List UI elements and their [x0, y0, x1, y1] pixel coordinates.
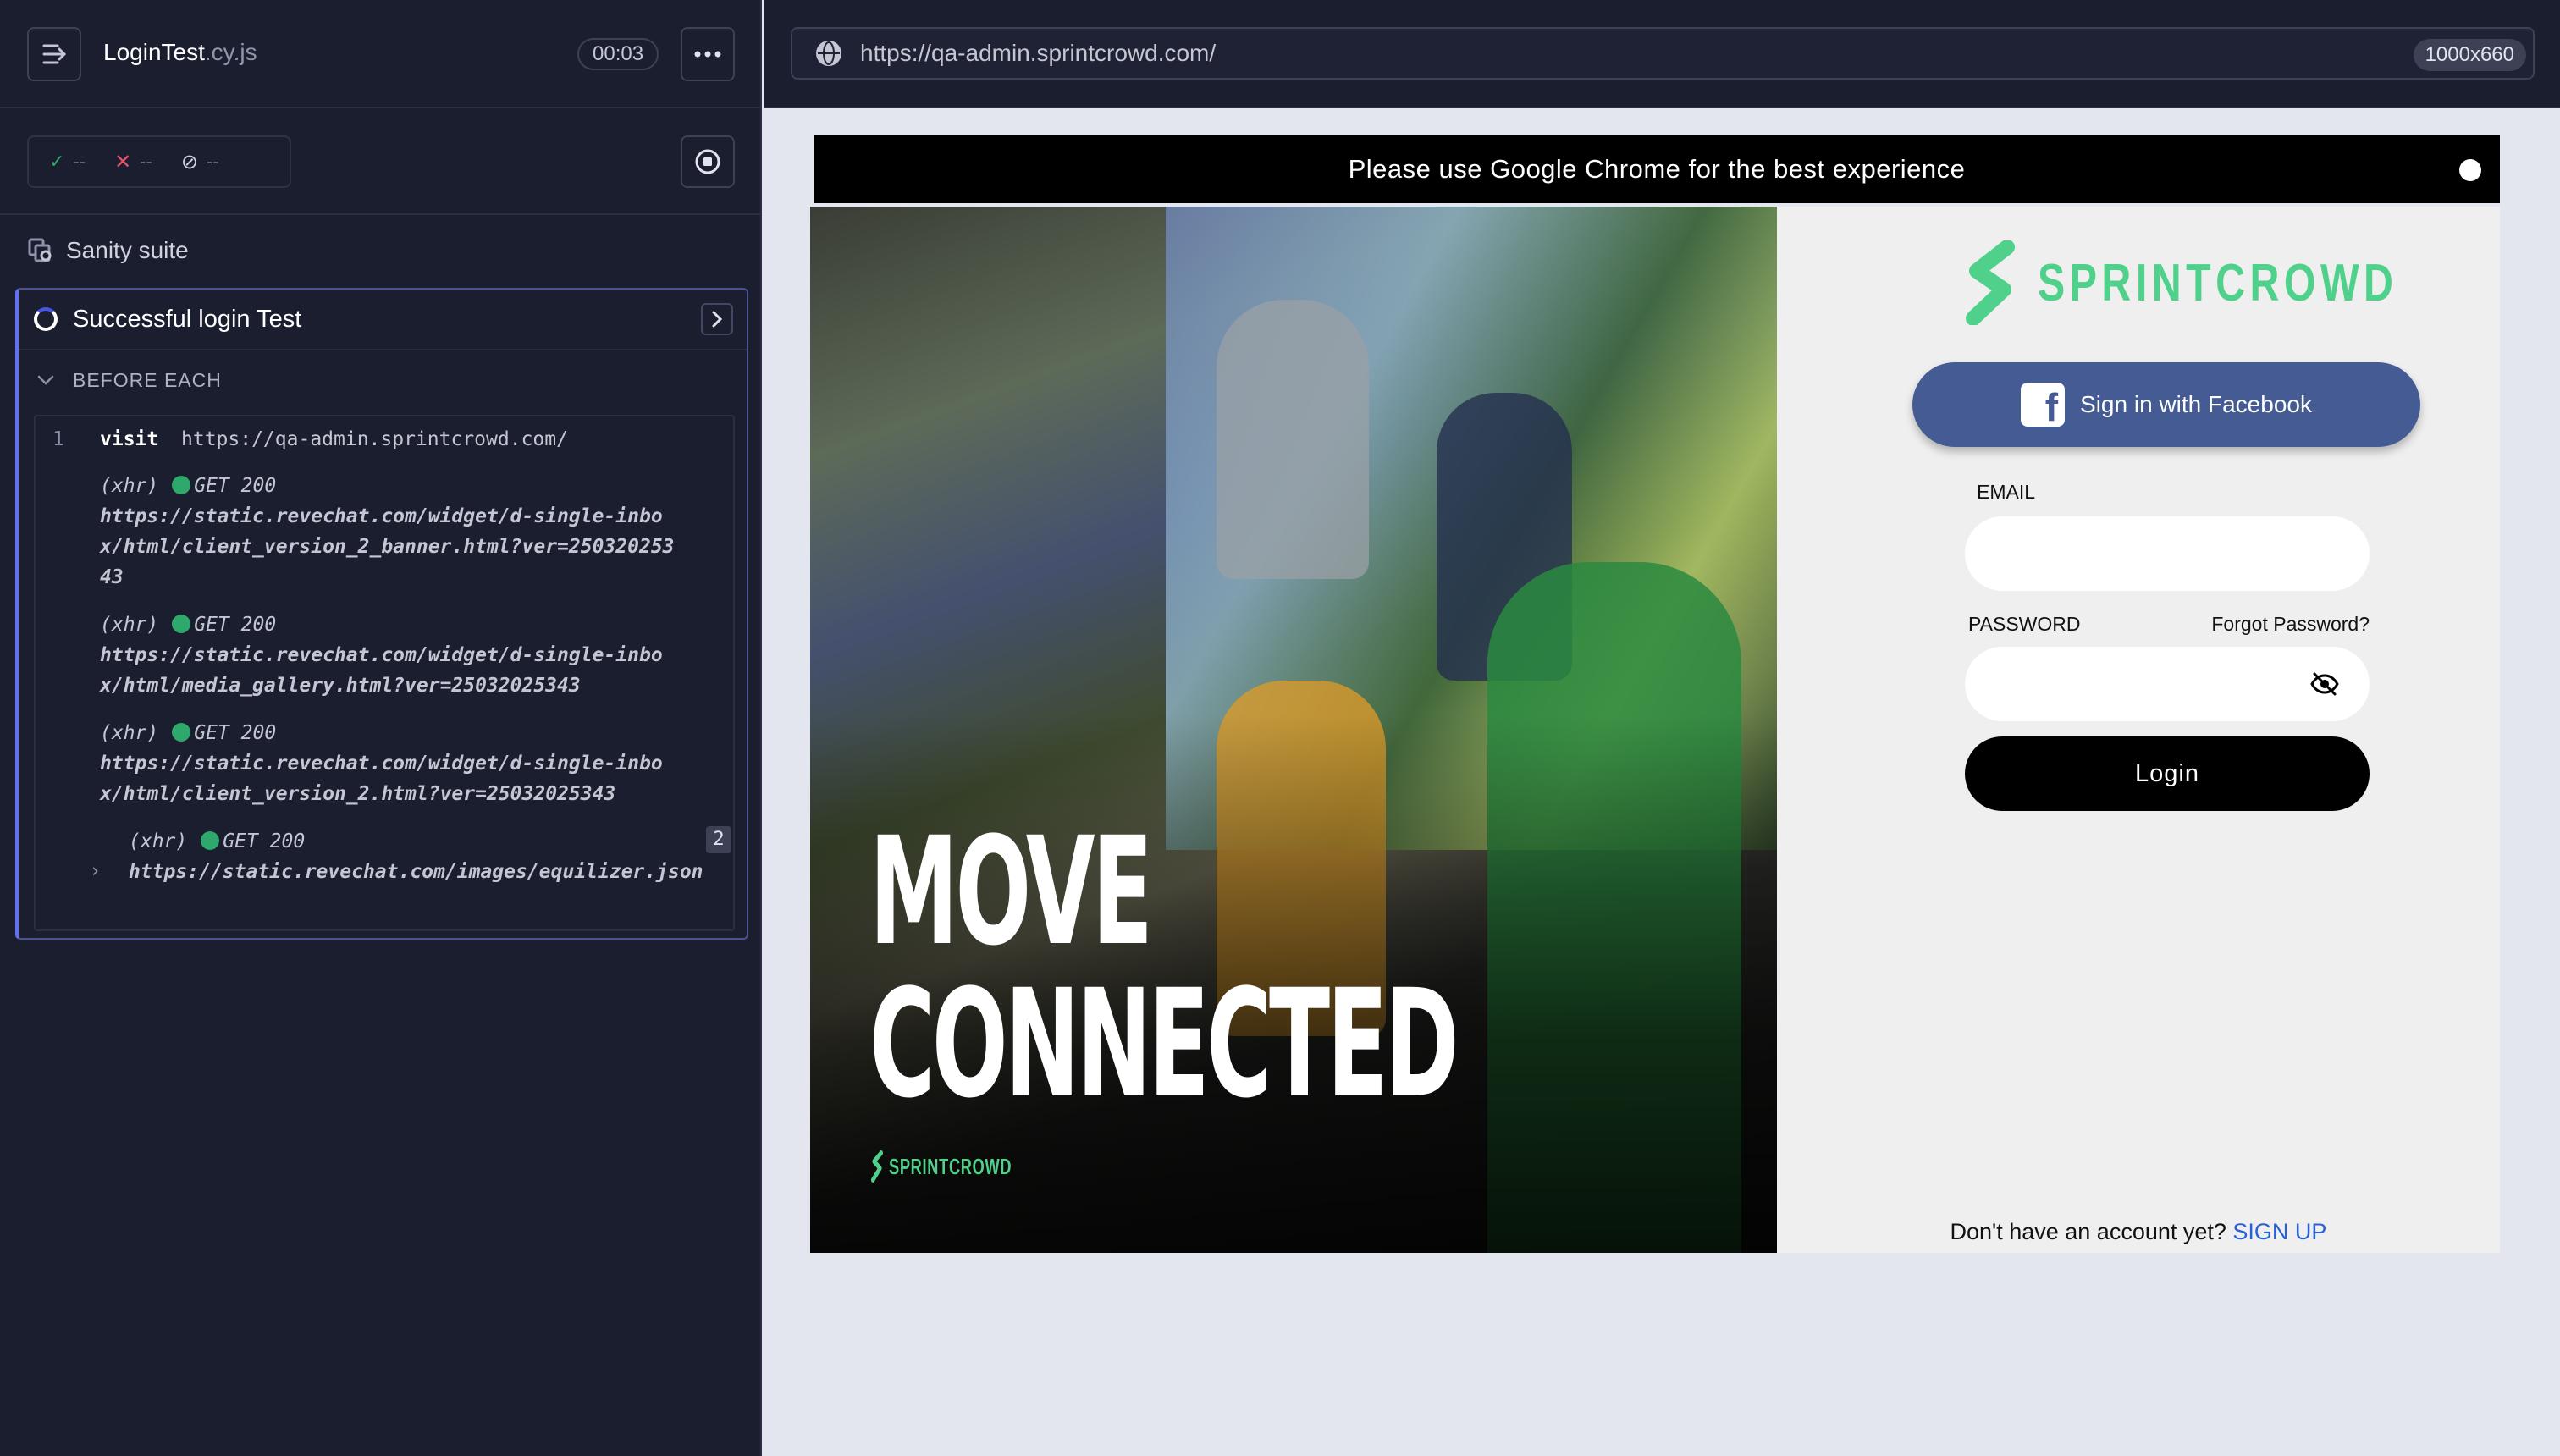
- hero-line-1: MOVE: [869, 805, 1153, 979]
- globe-icon: [816, 41, 841, 66]
- command-message: https://qa-admin.sprintcrowd.com/: [181, 428, 568, 450]
- spec-name: LoginTest: [103, 39, 205, 65]
- browser-banner: Please use Google Chrome for the best ex…: [814, 135, 2500, 203]
- xhr-type: (xhr): [100, 614, 159, 636]
- xhr-status: GET 200: [194, 614, 277, 636]
- aut-panel: https://qa-admin.sprintcrowd.com/ 1000x6…: [764, 0, 2560, 1456]
- viewport-size-badge[interactable]: 1000x660: [2413, 39, 2526, 71]
- suite-title: Sanity suite: [66, 237, 189, 263]
- chevron-right-icon: [712, 311, 723, 328]
- failed-count: --: [140, 151, 152, 172]
- passed-stat: ✓ --: [49, 151, 86, 173]
- email-label: EMAIL: [1977, 481, 2036, 503]
- failed-stat: ✕ --: [114, 150, 152, 174]
- xhr-url: https://static.revechat.com/widget/d-sin…: [100, 753, 663, 805]
- spec-extension: .cy.js: [204, 39, 257, 65]
- xhr-row[interactable]: (xhr) GET 200 https://static.revechat.com…: [100, 718, 676, 809]
- test-item: Successful login Test BEFORE EACH 1 visi…: [15, 288, 748, 940]
- hero-logo: SPRINTCROWD: [871, 1150, 1012, 1183]
- xhr-type: (xhr): [100, 722, 159, 744]
- xhr-count-badge: 2: [706, 826, 731, 853]
- xhr-status: GET 200: [223, 830, 306, 852]
- signup-prompt: Don't have an account yet?: [1950, 1219, 2226, 1244]
- sprintcrowd-mark-icon: [871, 1150, 883, 1183]
- xhr-status: GET 200: [194, 475, 277, 497]
- hero-slogan: MOVE CONNECTED: [869, 805, 1459, 1131]
- xhr-row[interactable]: (xhr) GET 200 https://static.revechat.com…: [100, 471, 676, 593]
- xhr-type: (xhr): [129, 830, 188, 852]
- pending-icon: ⊘: [180, 150, 198, 174]
- sprintcrowd-mark-icon: [1966, 240, 2015, 325]
- xhr-url: https://static.revechat.com/images/equil…: [129, 861, 703, 883]
- chevron-down-icon: [37, 375, 54, 385]
- passed-count: --: [73, 151, 86, 172]
- pending-stat: ⊘ --: [181, 150, 219, 174]
- test-header[interactable]: Successful login Test: [19, 290, 747, 350]
- more-icon: [694, 51, 721, 58]
- command-name: visit: [100, 428, 159, 450]
- toggle-specs-button[interactable]: [27, 27, 81, 81]
- sprintcrowd-logo: SPRINTCROWD: [1965, 240, 2499, 325]
- pending-count: --: [206, 151, 219, 172]
- status-dot: [172, 615, 191, 633]
- x-icon: ✕: [114, 150, 132, 174]
- status-dot: [201, 831, 220, 850]
- status-dot: [172, 723, 191, 742]
- command-number: 1: [52, 428, 64, 450]
- expand-chevron-icon[interactable]: ›: [91, 860, 99, 882]
- stop-icon: [695, 149, 720, 174]
- test-title: Successful login Test: [73, 305, 302, 333]
- status-dot: [172, 476, 191, 494]
- runner-header: LoginTest.cy.js 00:03: [0, 0, 760, 108]
- signup-link[interactable]: SIGN UP: [2232, 1219, 2326, 1244]
- xhr-status: GET 200: [194, 722, 277, 744]
- xhr-url: https://static.revechat.com/widget/d-sin…: [100, 505, 675, 588]
- spinner-icon: [34, 307, 58, 331]
- more-options-button[interactable]: [681, 27, 735, 81]
- url-text: https://qa-admin.sprintcrowd.com/: [860, 40, 1217, 66]
- stop-button[interactable]: [681, 135, 735, 188]
- runner-toggle-icon: [42, 44, 67, 64]
- cypress-runner-panel: LoginTest.cy.js 00:03 ✓ -- ✕ -- ⊘ -- Sanity…: [0, 0, 762, 1456]
- logo-text: SPRINTCROWD: [2038, 253, 2398, 312]
- aut-url-bar: https://qa-admin.sprintcrowd.com/ 1000x6…: [764, 0, 2560, 108]
- hero-image: MOVE CONNECTED SPRINTCROWD: [810, 207, 1777, 1253]
- run-timer: 00:03: [577, 38, 659, 70]
- email-field[interactable]: [1965, 516, 2370, 591]
- banner-text: Please use Google Chrome for the best ex…: [1348, 154, 1966, 184]
- xhr-type: (xhr): [100, 475, 159, 497]
- spec-filename: LoginTest.cy.js: [103, 39, 257, 66]
- close-icon[interactable]: [2459, 159, 2481, 196]
- test-stats: ✓ -- ✕ -- ⊘ --: [27, 135, 291, 188]
- hero-logo-text: SPRINTCROWD: [889, 1153, 1012, 1179]
- password-label: PASSWORD: [1968, 613, 2081, 635]
- login-button[interactable]: Login: [1965, 736, 2370, 811]
- check-icon: ✓: [49, 151, 65, 172]
- xhr-row-grouped[interactable]: (xhr) GET 200 2 https://static.revechat.c…: [129, 826, 738, 887]
- xhr-url: https://static.revechat.com/widget/d-sin…: [100, 644, 663, 697]
- open-in-ide-button[interactable]: [701, 303, 733, 335]
- eye-off-icon[interactable]: [2310, 672, 2339, 700]
- signup-row: Don't have an account yet? SIGN UP: [1777, 1219, 2500, 1245]
- password-field[interactable]: [1965, 647, 2370, 721]
- login-button-label: Login: [2135, 759, 2199, 787]
- person-figure: [1217, 300, 1369, 579]
- stats-bar: ✓ -- ✕ -- ⊘ --: [0, 108, 760, 215]
- hook-label: BEFORE EACH: [73, 368, 222, 391]
- facebook-button-label: Sign in with Facebook: [2080, 391, 2312, 417]
- login-panel: SPRINTCROWD f Sign in with Facebook EMAI…: [1777, 207, 2500, 1253]
- xhr-row[interactable]: (xhr) GET 200 https://static.revechat.com…: [100, 609, 676, 701]
- suite-row[interactable]: Sanity suite: [27, 237, 189, 264]
- app-under-test: Please use Google Chrome for the best ex…: [810, 135, 2500, 1253]
- url-field[interactable]: https://qa-admin.sprintcrowd.com/ 1000x6…: [791, 27, 2535, 80]
- command-log: 1 visit https://qa-admin.sprintcrowd.com…: [34, 415, 735, 931]
- facebook-icon: f: [2021, 383, 2066, 427]
- forgot-password-link[interactable]: Forgot Password?: [2154, 613, 2370, 636]
- facebook-signin-button[interactable]: f Sign in with Facebook: [1912, 362, 2420, 447]
- hero-line-2: CONNECTED: [869, 957, 1459, 1131]
- before-each-hook[interactable]: BEFORE EACH: [19, 350, 747, 410]
- suite-icon: [28, 238, 52, 262]
